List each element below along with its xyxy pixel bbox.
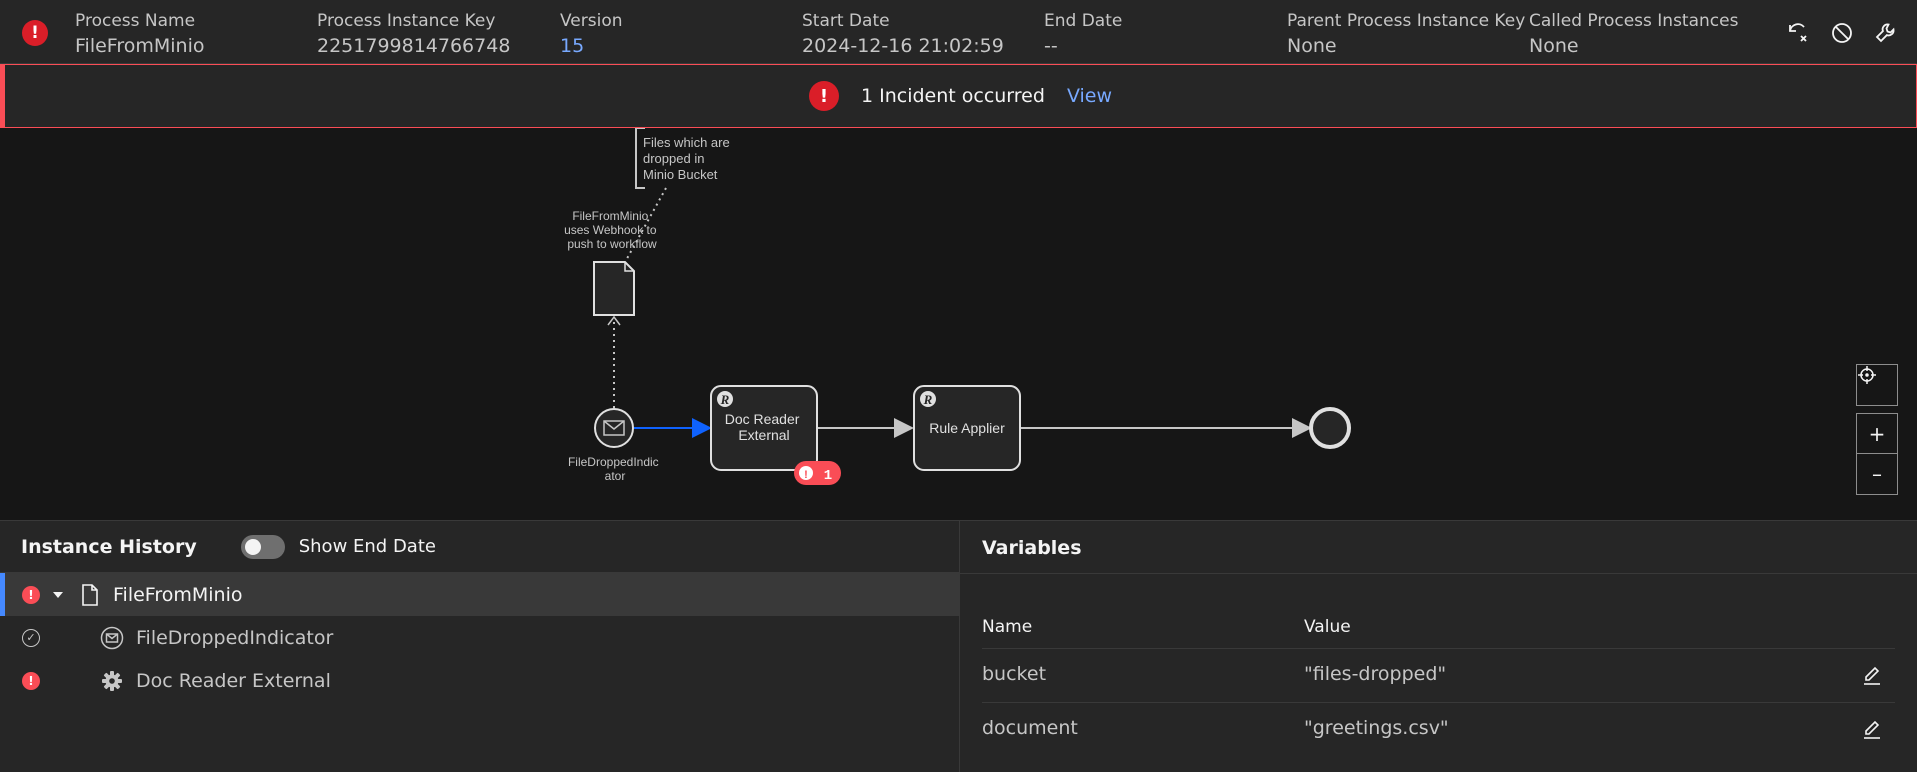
svg-text:FileFromMinio uses Web: FileFromMinio uses Webhook to push to wo… bbox=[564, 209, 660, 251]
incident-icon: ! bbox=[22, 20, 48, 46]
field-end-date: End Date -- bbox=[1044, 11, 1123, 57]
retry-icon[interactable] bbox=[1785, 20, 1811, 46]
incident-icon: ! bbox=[22, 671, 40, 690]
divider bbox=[960, 573, 1917, 574]
field-called-instances: Called Process Instances None bbox=[1529, 11, 1739, 57]
edit-icon[interactable] bbox=[1861, 719, 1883, 741]
instance-history-header: Instance History Show End Date bbox=[0, 521, 959, 573]
diagram-canvas: Files which are dropped in Minio Bucket … bbox=[564, 128, 1351, 485]
svg-text:FileDroppedIndic ator: FileDroppedIndic ator bbox=[568, 455, 662, 483]
svg-text:Rule Applier: Rule Applier bbox=[929, 420, 1005, 436]
bpmn-diagram[interactable]: Files which are dropped in Minio Bucket … bbox=[0, 128, 1917, 520]
variable-row: bucket "files-dropped" bbox=[982, 648, 1895, 702]
chevron-down-icon[interactable] bbox=[51, 588, 65, 602]
version-link[interactable]: 15 bbox=[560, 33, 623, 59]
instance-header: ! Process Name FileFromMinio Process Ins… bbox=[0, 0, 1917, 64]
view-incidents-link[interactable]: View bbox=[1067, 85, 1112, 107]
text-annotation[interactable]: Files which are dropped in Minio Bucket bbox=[635, 128, 733, 189]
variable-row: document "greetings.csv" bbox=[982, 702, 1895, 756]
variables-title: Variables bbox=[982, 537, 1082, 559]
task-rule-applier[interactable]: R Rule Applier bbox=[913, 385, 1021, 471]
variable-value: "files-dropped" bbox=[1304, 663, 1447, 685]
svg-text:!: ! bbox=[804, 469, 808, 481]
header-actions bbox=[1785, 20, 1899, 46]
task-doc-reader-external[interactable]: R Doc Reader External bbox=[710, 385, 818, 471]
instance-history-panel: Instance History Show End Date ! FileFro… bbox=[0, 520, 960, 772]
start-event-file-dropped[interactable]: FileDroppedIndic ator bbox=[568, 408, 662, 483]
variable-value: "greetings.csv" bbox=[1304, 717, 1449, 739]
gear-icon bbox=[102, 670, 122, 691]
data-object[interactable]: FileFromMinio uses Webhook to push to wo… bbox=[564, 209, 660, 316]
svg-text:R: R bbox=[923, 392, 933, 407]
field-parent-instance: Parent Process Instance Key None bbox=[1287, 11, 1526, 57]
crosshair-icon bbox=[1858, 366, 1876, 384]
end-event[interactable] bbox=[1309, 407, 1351, 449]
message-icon bbox=[100, 626, 124, 649]
incident-icon: ! bbox=[22, 585, 40, 604]
zoom-out-button[interactable]: – bbox=[1856, 453, 1898, 495]
edit-icon[interactable] bbox=[1861, 665, 1883, 687]
show-end-date-label: Show End Date bbox=[298, 536, 436, 557]
zoom-in-button[interactable]: + bbox=[1856, 413, 1898, 455]
incident-icon: ! bbox=[808, 81, 839, 111]
checkmark-icon: ✓ bbox=[22, 628, 40, 647]
field-process-instance-key: Process Instance Key 2251799814766748 bbox=[317, 11, 511, 57]
history-row-root[interactable]: ! FileFromMinio bbox=[0, 573, 959, 616]
history-row-doc-reader[interactable]: ! Doc Reader External bbox=[0, 659, 959, 702]
instance-history-title: Instance History bbox=[21, 535, 197, 558]
document-icon bbox=[82, 583, 98, 606]
field-version: Version 15 bbox=[560, 11, 623, 59]
incident-badge[interactable]: ! 1 bbox=[794, 461, 841, 485]
svg-text:1: 1 bbox=[824, 468, 832, 484]
show-end-date-toggle[interactable] bbox=[240, 534, 285, 559]
variable-name: bucket bbox=[982, 663, 1047, 685]
column-header-value: Value bbox=[1304, 617, 1351, 637]
incident-count-text: 1 Incident occurred bbox=[860, 85, 1045, 107]
field-process-name: Process Name FileFromMinio bbox=[75, 11, 205, 57]
column-header-name: Name bbox=[982, 617, 1033, 637]
field-start-date: Start Date 2024-12-16 21:02:59 bbox=[802, 11, 1004, 57]
svg-text:R: R bbox=[720, 392, 730, 407]
history-row-file-dropped[interactable]: ✓ FileDroppedIndicator bbox=[0, 616, 959, 659]
incident-banner: ! 1 Incident occurred View bbox=[0, 64, 1917, 128]
variables-panel: Variables Name Value bucket "files-dropp… bbox=[960, 520, 1917, 772]
variable-name: document bbox=[982, 717, 1078, 739]
modify-icon[interactable] bbox=[1873, 20, 1899, 46]
cancel-icon[interactable] bbox=[1829, 20, 1855, 46]
reset-zoom-button[interactable] bbox=[1856, 364, 1898, 406]
svg-text:Files which are droppe: Files which are dropped in Minio Bucket bbox=[643, 135, 733, 182]
